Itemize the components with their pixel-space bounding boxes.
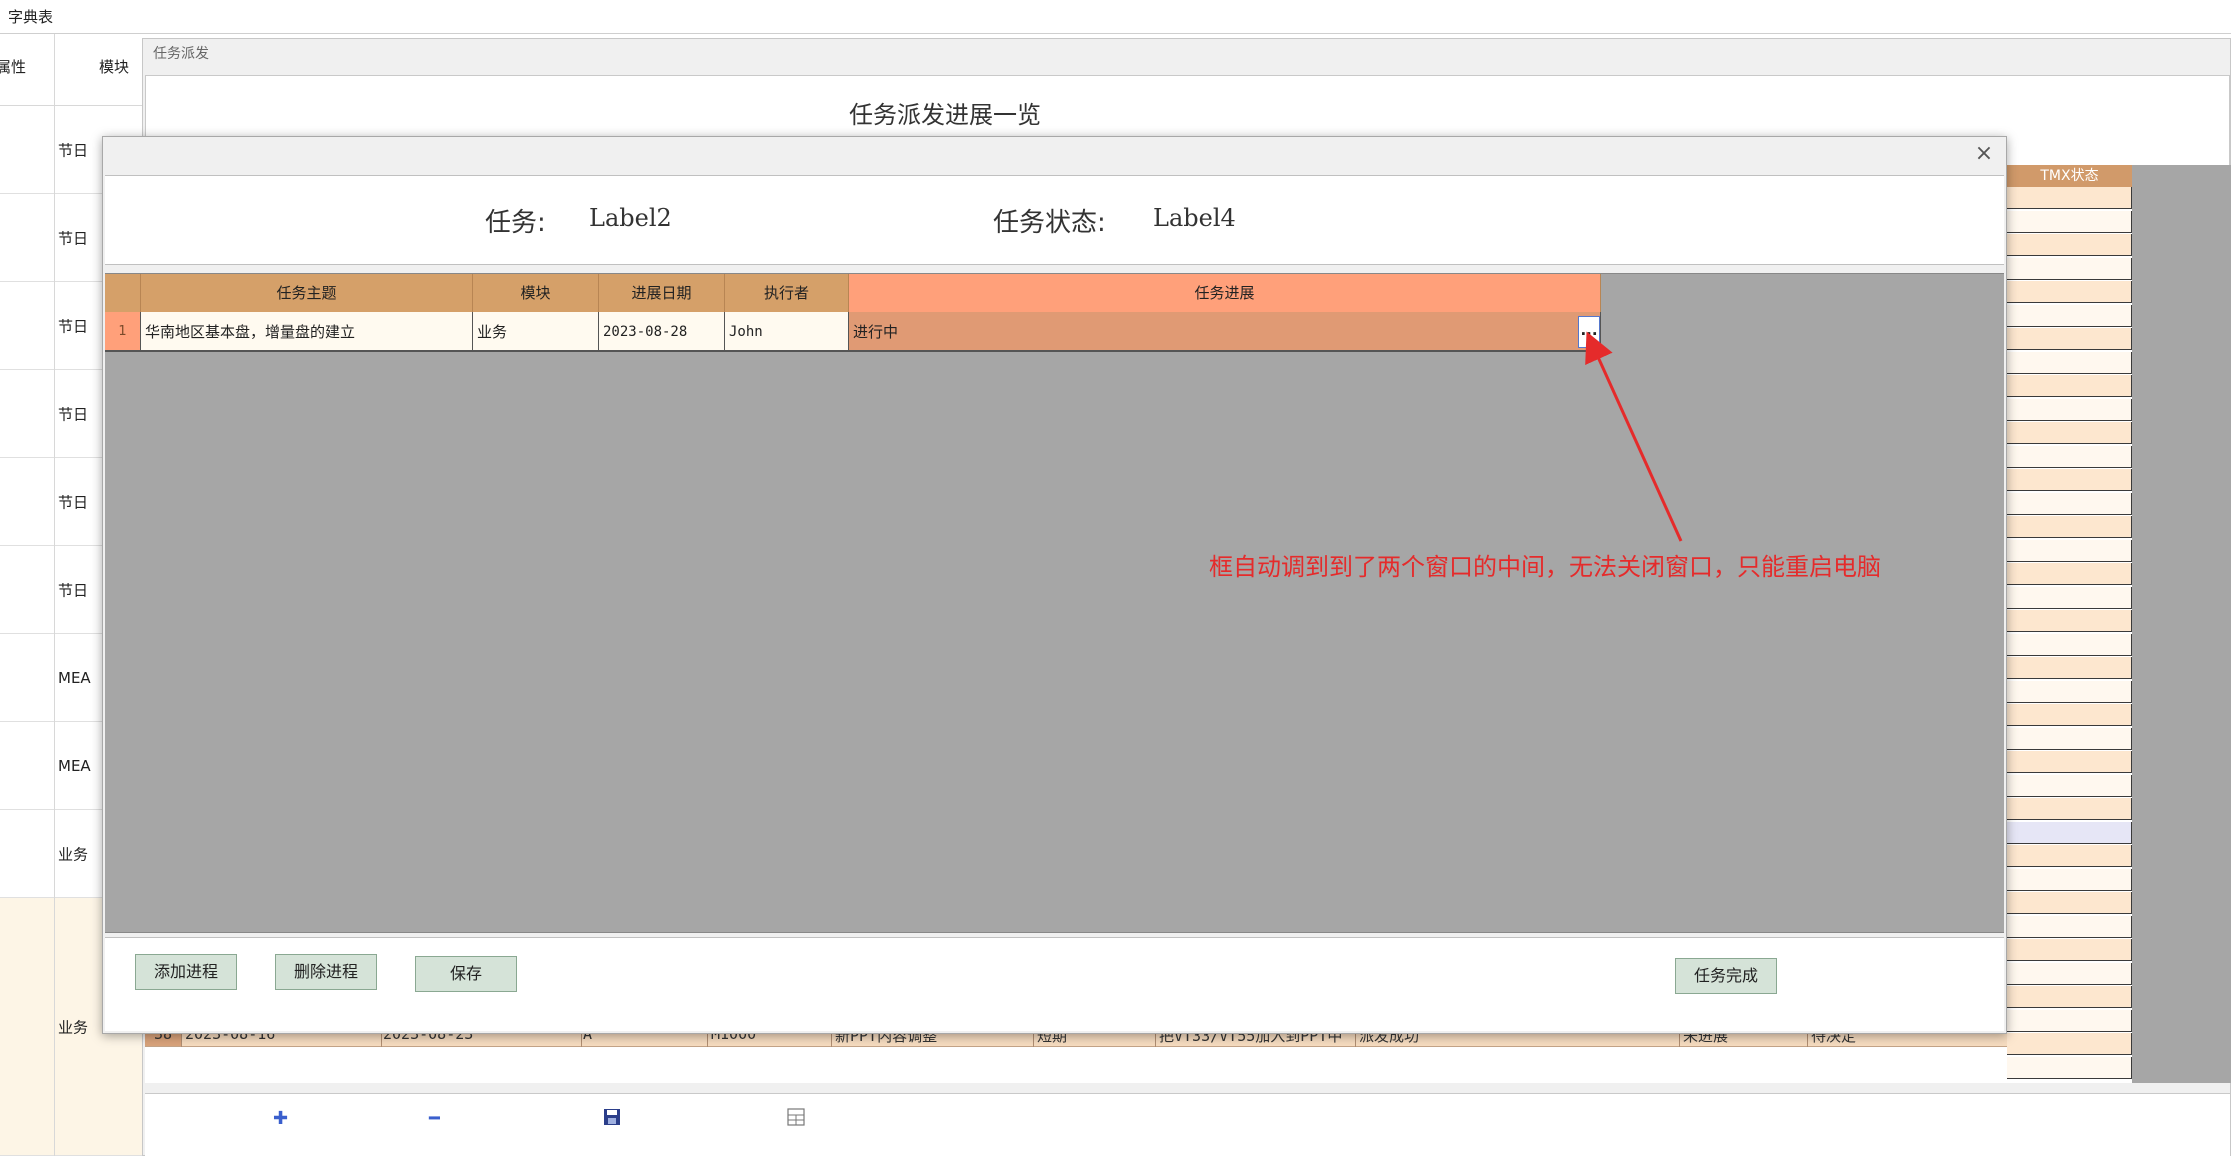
tmx-status-cell[interactable] (2007, 821, 2132, 844)
dictionary-row-module: 业务 (58, 1018, 89, 1036)
ellipsis-button[interactable]: ... (1578, 316, 1600, 348)
tmx-status-cell[interactable] (2007, 774, 2132, 797)
tmx-status-cell[interactable] (2007, 1056, 2132, 1079)
cell-progress[interactable]: 进行中 (849, 312, 1601, 352)
tmx-status-cell[interactable] (2007, 657, 2132, 679)
tmx-status-cell[interactable] (2007, 939, 2132, 961)
task-complete-button[interactable]: 任务完成 (1675, 958, 1777, 994)
tmx-status-cell[interactable] (2007, 398, 2132, 421)
column-header-module[interactable]: 模块 (473, 274, 599, 312)
progress-grid: 任务主题 模块 进展日期 执行者 任务进展 1 华南地区基本盘，增量盘的建立 业… (105, 273, 2004, 933)
tmx-status-cell[interactable] (2007, 351, 2132, 374)
row-number[interactable]: 1 (105, 312, 141, 352)
task-dispatch-heading: 任务派发进展一览 (849, 101, 1041, 129)
tmx-status-cell[interactable] (2007, 516, 2132, 538)
annotation-text: 框自动调到到了两个窗口的中间，无法关闭窗口，只能重启电脑 (1209, 553, 1881, 581)
tmx-status-cell[interactable] (2007, 492, 2132, 515)
tmx-status-cell[interactable] (2007, 868, 2132, 891)
cell-date[interactable]: 2023-08-28 (599, 312, 725, 352)
column-header-subject[interactable]: 任务主题 (141, 274, 473, 312)
column-divider (54, 34, 55, 1156)
cell-subject[interactable]: 华南地区基本盘，增量盘的建立 (141, 312, 473, 352)
tmx-status-cell[interactable] (2007, 845, 2132, 867)
tmx-status-cell[interactable] (2007, 257, 2132, 280)
tmx-status-cell[interactable] (2007, 563, 2132, 585)
tmx-status-cell[interactable] (2007, 798, 2132, 820)
dictionary-row-module: 节日 (58, 229, 89, 247)
tmx-status-column: TMX状态 (2007, 165, 2132, 1083)
tmx-status-cell[interactable] (2007, 727, 2132, 750)
delete-progress-button[interactable]: 删除进程 (275, 954, 377, 990)
grid-empty-area (2132, 165, 2231, 1083)
minus-icon[interactable]: ━ (429, 1108, 440, 1129)
tmx-status-cell[interactable] (2007, 1009, 2132, 1032)
dialog-header: 任务: Label2 任务状态: Label4 (105, 175, 2004, 265)
tmx-status-cell[interactable] (2007, 187, 2132, 209)
tmx-status-cell[interactable] (2007, 328, 2132, 350)
tmx-status-cell[interactable] (2007, 304, 2132, 327)
dictionary-row-module: 节日 (58, 141, 89, 159)
tmx-status-cell[interactable] (2007, 962, 2132, 985)
status-value: Label4 (1153, 204, 1236, 232)
tmx-status-cell[interactable] (2007, 633, 2132, 656)
add-progress-button[interactable]: 添加进程 (135, 954, 237, 990)
column-header-date[interactable]: 进展日期 (599, 274, 725, 312)
status-label: 任务状态: (993, 208, 1106, 238)
task-dispatch-title: 任务派发 (153, 46, 209, 62)
outer-window-title: 字典表 (0, 0, 2231, 34)
tmx-status-cell[interactable] (2007, 210, 2132, 233)
tmx-status-cell[interactable] (2007, 422, 2132, 444)
tmx-status-header: TMX状态 (2007, 165, 2132, 187)
task-value: Label2 (589, 204, 672, 232)
column-header-progress[interactable]: 任务进展 (849, 274, 1601, 312)
tmx-status-cell[interactable] (2007, 915, 2132, 938)
tmx-status-cell[interactable] (2007, 234, 2132, 256)
tmx-status-cell[interactable] (2007, 680, 2132, 703)
tmx-status-cell[interactable] (2007, 586, 2132, 609)
tmx-status-cell[interactable] (2007, 704, 2132, 726)
task-label: 任务: (485, 208, 546, 238)
tmx-status-cell[interactable] (2007, 539, 2132, 562)
dictionary-row-module: 节日 (58, 317, 89, 335)
tmx-status-cell[interactable] (2007, 469, 2132, 491)
dictionary-row-module: MEA (58, 756, 91, 775)
table-icon[interactable] (787, 1108, 805, 1131)
column-header-module: 模块 (55, 34, 143, 106)
column-header-attr: 属性 (0, 34, 54, 106)
tmx-status-cell[interactable] (2007, 1033, 2132, 1055)
row-header-corner (105, 274, 141, 312)
cell-executor[interactable]: John (725, 312, 849, 352)
tmx-status-cell[interactable] (2007, 281, 2132, 303)
plus-icon[interactable]: ✚ (273, 1108, 288, 1129)
dictionary-row-module: 节日 (58, 581, 89, 599)
tmx-status-cell[interactable] (2007, 986, 2132, 1008)
tmx-status-cell[interactable] (2007, 445, 2132, 468)
tmx-status-cell[interactable] (2007, 892, 2132, 914)
dictionary-row-module: 业务 (58, 845, 89, 863)
column-header-executor[interactable]: 执行者 (725, 274, 849, 312)
tmx-status-cell[interactable] (2007, 751, 2132, 773)
dictionary-row-module: 节日 (58, 493, 89, 511)
dialog-footer: 添加进程 删除进程 保存 任务完成 (105, 937, 2004, 1031)
save-button[interactable]: 保存 (415, 956, 517, 992)
task-progress-dialog: × 任务: Label2 任务状态: Label4 任务主题 模块 进展日期 执… (102, 136, 2007, 1034)
dictionary-row-module: MEA (58, 668, 91, 687)
tmx-status-cell[interactable] (2007, 375, 2132, 397)
cell-module[interactable]: 业务 (473, 312, 599, 352)
task-dispatch-toolbar: ✚ ━ (145, 1093, 2230, 1157)
close-icon[interactable]: × (1972, 143, 1996, 167)
dictionary-row-module: 节日 (58, 405, 89, 423)
tmx-status-cell[interactable] (2007, 610, 2132, 632)
save-icon[interactable] (603, 1108, 621, 1131)
